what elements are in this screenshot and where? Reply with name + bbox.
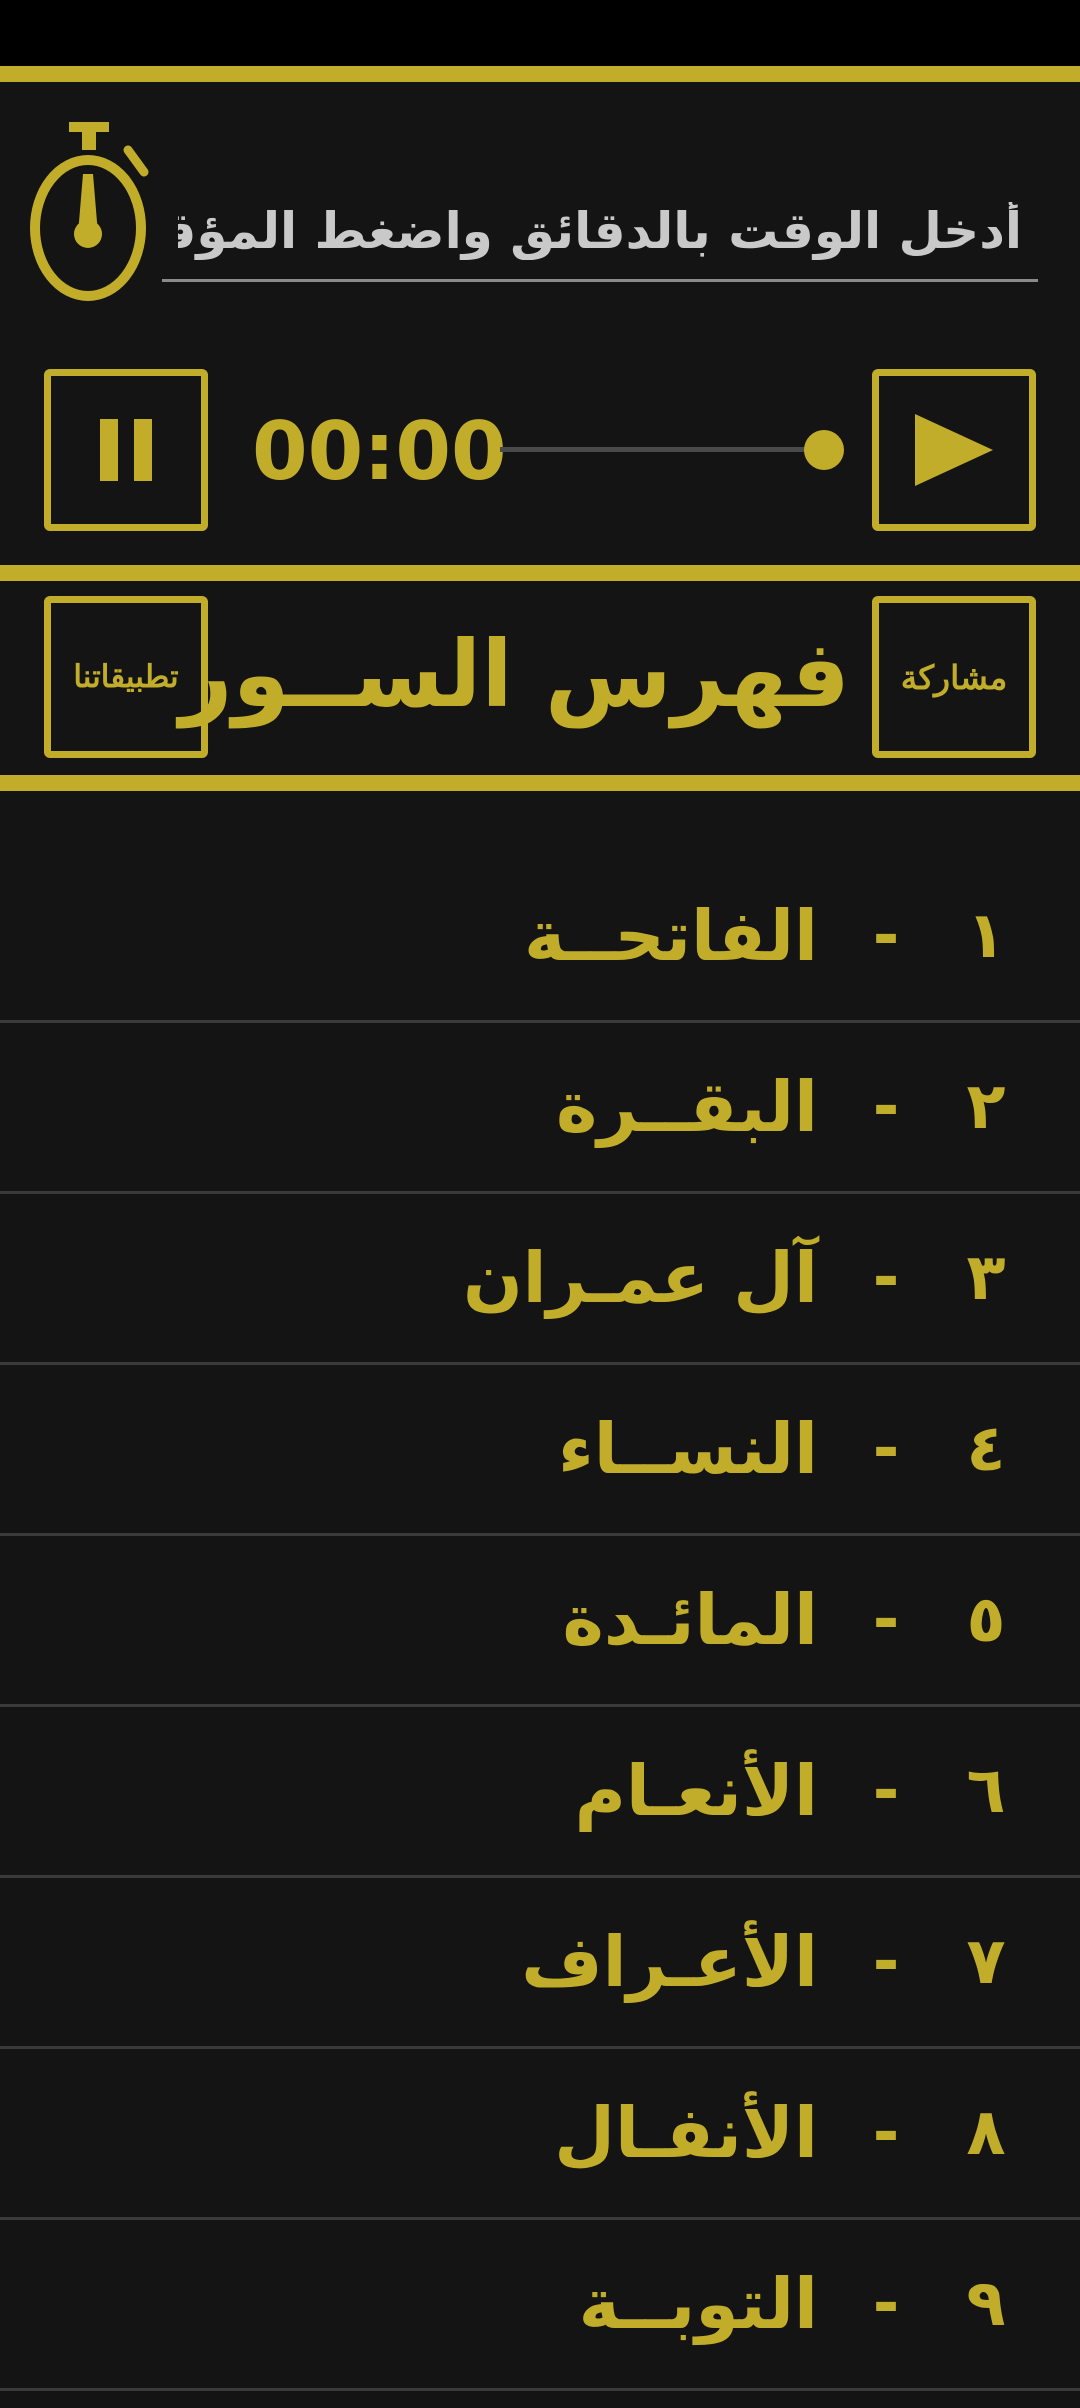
surah-number: ٨ — [966, 2096, 1006, 2170]
surah-number: ١ — [966, 899, 1006, 973]
surah-name: الأنعـام — [574, 1750, 818, 1832]
top-divider — [0, 66, 1080, 82]
surah-row[interactable]: ٨ - الأنفـال — [0, 2049, 1080, 2220]
header-bottom-divider — [0, 775, 1080, 791]
surah-name: الأنفـال — [554, 2092, 818, 2174]
surah-row[interactable]: ١ - الفاتحــة — [0, 852, 1080, 1023]
surah-number: ٧ — [966, 1925, 1006, 1999]
surah-row[interactable]: ٥ - المائـدة — [0, 1536, 1080, 1707]
surah-number: ٤ — [966, 1412, 1006, 1486]
surah-name: آل عمـران — [462, 1237, 818, 1319]
surah-row[interactable]: ٤ - النســاء — [0, 1365, 1080, 1536]
surah-number: ٦ — [966, 1754, 1006, 1828]
surah-name: البقــرة — [556, 1066, 818, 1148]
surah-name: المائـدة — [562, 1579, 818, 1661]
surah-name: الفاتحــة — [524, 895, 818, 977]
surah-separator: - — [872, 1412, 900, 1486]
share-label: مشاركة — [900, 658, 1008, 696]
surah-number: ٢ — [966, 1070, 1006, 1144]
timer-minutes-input[interactable] — [162, 182, 1038, 282]
time-display: 00:00 — [252, 405, 507, 498]
surah-separator: - — [872, 1583, 900, 1657]
page-title: فهرس الســور — [179, 621, 850, 728]
surah-list: ١ - الفاتحــة ٢ - البقــرة ٣ - آل عمـران… — [0, 852, 1080, 2391]
timer-row — [0, 82, 1080, 312]
surah-number: ٣ — [966, 1241, 1006, 1315]
status-bar — [0, 0, 1080, 66]
surah-separator: - — [872, 1925, 900, 1999]
surah-row[interactable]: ٧ - الأعـراف — [0, 1878, 1080, 2049]
surah-separator: - — [872, 1070, 900, 1144]
surah-row[interactable]: ٩ - التوبــة — [0, 2220, 1080, 2391]
seek-thumb[interactable] — [804, 430, 844, 470]
pause-button[interactable] — [44, 369, 208, 531]
our-apps-button[interactable]: تطبيقاتنا — [44, 596, 208, 758]
surah-number: ٥ — [966, 1583, 1006, 1657]
surah-separator: - — [872, 899, 900, 973]
header-top-divider — [0, 565, 1080, 581]
surah-row[interactable]: ٣ - آل عمـران — [0, 1194, 1080, 1365]
surah-row[interactable]: ٢ - البقــرة — [0, 1023, 1080, 1194]
surah-name: التوبــة — [578, 2263, 818, 2345]
surah-name: الأعـراف — [521, 1921, 818, 2003]
surah-separator: - — [872, 1241, 900, 1315]
surah-separator: - — [872, 2096, 900, 2170]
seek-bar[interactable] — [500, 420, 848, 480]
pause-icon — [100, 419, 152, 481]
our-apps-label: تطبيقاتنا — [73, 659, 179, 694]
surah-name: النســاء — [557, 1408, 818, 1490]
share-button[interactable]: مشاركة — [872, 596, 1036, 758]
play-button[interactable] — [872, 369, 1036, 531]
surah-separator: - — [872, 2267, 900, 2341]
surah-number: ٩ — [966, 2267, 1006, 2341]
play-icon — [915, 414, 993, 486]
surah-separator: - — [872, 1754, 900, 1828]
stopwatch-icon[interactable] — [24, 122, 154, 302]
seek-track — [500, 447, 830, 452]
surah-row[interactable]: ٦ - الأنعـام — [0, 1707, 1080, 1878]
